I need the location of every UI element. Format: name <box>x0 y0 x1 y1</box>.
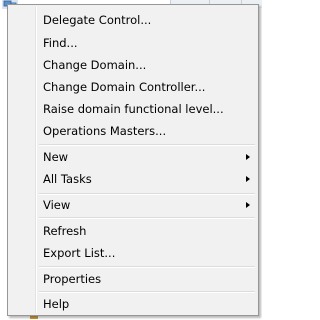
menu-item-label: View <box>43 198 71 212</box>
menu-item-label: Raise domain functional level... <box>43 102 224 116</box>
menu-separator <box>39 217 255 219</box>
menu-item-label: Change Domain... <box>43 58 147 72</box>
menu-item-label: All Tasks <box>43 172 92 186</box>
menu-item-label: Properties <box>43 272 102 286</box>
menu-item-label: Operations Masters... <box>43 124 167 138</box>
menu-item-view[interactable]: View <box>10 194 256 216</box>
menu-item-delegate-control[interactable]: Delegate Control... <box>10 9 256 31</box>
menu-item-label: Change Domain Controller... <box>43 80 206 94</box>
menu-item-all-tasks[interactable]: All Tasks <box>10 168 256 190</box>
menu-item-export-list[interactable]: Export List... <box>10 242 256 264</box>
desktop-stage: Delegate Control... Find... Change Domai… <box>0 0 262 320</box>
menu-item-label: Help <box>43 297 70 311</box>
chevron-right-icon <box>246 154 250 160</box>
menu-item-operations-masters[interactable]: Operations Masters... <box>10 120 256 142</box>
menu-item-properties[interactable]: Properties <box>10 268 256 290</box>
menu-item-refresh[interactable]: Refresh <box>10 220 256 242</box>
menu-item-label: Delegate Control... <box>43 13 152 27</box>
menu-item-label: Refresh <box>43 224 87 238</box>
menu-item-change-domain-controller[interactable]: Change Domain Controller... <box>10 76 256 98</box>
menu-item-change-domain[interactable]: Change Domain... <box>10 54 256 76</box>
menu-item-raise-domain-functional-level[interactable]: Raise domain functional level... <box>10 98 256 120</box>
menu-item-label: New <box>43 150 69 164</box>
menu-item-label: Export List... <box>43 246 116 260</box>
chevron-right-icon <box>246 176 250 182</box>
menu-item-help[interactable]: Help <box>10 293 256 315</box>
menu-item-label: Find... <box>43 36 78 50</box>
menu-item-new[interactable]: New <box>10 146 256 168</box>
menu-item-find[interactable]: Find... <box>10 32 256 54</box>
chevron-right-icon <box>246 202 250 208</box>
context-menu: Delegate Control... Find... Change Domai… <box>7 4 259 316</box>
